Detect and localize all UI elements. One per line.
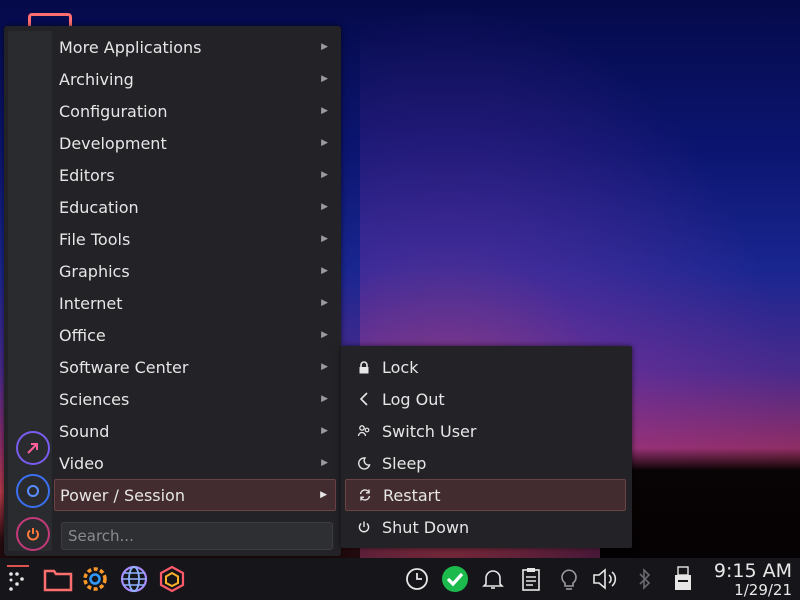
switch-user-icon xyxy=(351,424,377,438)
menu-item-shut-down[interactable]: Shut Down xyxy=(345,511,626,543)
chevron-right-icon: ▶ xyxy=(321,394,328,404)
clock-time: 9:15 AM xyxy=(713,560,792,582)
chevron-right-icon: ▶ xyxy=(321,362,328,372)
category-item[interactable]: Software Center ▶ xyxy=(54,351,336,383)
application-menu: More Applications ▶ Archiving ▶ Configurat… xyxy=(4,26,341,556)
menu-item-lock[interactable]: Lock xyxy=(345,351,626,383)
app-menu-icon[interactable] xyxy=(3,564,33,594)
category-item-power-session[interactable]: Power / Session ▶ xyxy=(54,479,336,511)
chevron-right-icon: ▶ xyxy=(321,170,328,180)
category-item[interactable]: More Applications ▶ xyxy=(54,31,336,63)
chevron-right-icon: ▶ xyxy=(321,74,328,84)
chevron-right-icon: ▶ xyxy=(321,458,328,468)
category-item[interactable]: Internet ▶ xyxy=(54,287,336,319)
category-item[interactable]: Education ▶ xyxy=(54,191,336,223)
category-item[interactable]: Configuration ▶ xyxy=(54,95,336,127)
chevron-right-icon: ▶ xyxy=(321,202,328,212)
menu-item-switch-user[interactable]: Switch User xyxy=(345,415,626,447)
bell-icon[interactable] xyxy=(478,564,508,594)
refresh-icon[interactable] xyxy=(16,474,50,508)
lightbulb-icon[interactable] xyxy=(554,564,584,594)
clock-date: 1/29/21 xyxy=(734,581,792,599)
power-icon[interactable] xyxy=(16,517,50,551)
search-input[interactable] xyxy=(61,522,333,550)
update-ok-icon[interactable] xyxy=(440,564,470,594)
taskbar-clock[interactable]: 9:15 AM 1/29/21 xyxy=(714,561,792,599)
menu-item-sleep[interactable]: Sleep xyxy=(345,447,626,479)
menu-item-log-out[interactable]: Log Out xyxy=(345,383,626,415)
category-item[interactable]: Video ▶ xyxy=(54,447,336,479)
category-item[interactable]: Office ▶ xyxy=(54,319,336,351)
chevron-right-icon: ▶ xyxy=(321,42,328,52)
usb-drive-icon[interactable] xyxy=(668,564,698,594)
clock-icon[interactable] xyxy=(402,564,432,594)
category-item[interactable]: Sciences ▶ xyxy=(54,383,336,415)
category-item[interactable]: File Tools ▶ xyxy=(54,223,336,255)
chevron-right-icon: ▶ xyxy=(321,234,328,244)
chevron-right-icon: ▶ xyxy=(321,266,328,276)
favorites-panel xyxy=(8,31,52,551)
session-submenu: Lock Log Out Switch User Sleep Restart S… xyxy=(341,346,632,548)
chevron-right-icon: ▶ xyxy=(321,426,328,436)
clipboard-icon[interactable] xyxy=(516,564,546,594)
chevron-right-icon: ▶ xyxy=(321,106,328,116)
chevron-right-icon: ▶ xyxy=(320,490,327,500)
volume-icon[interactable] xyxy=(590,564,620,594)
restart-icon xyxy=(352,488,378,502)
logout-icon xyxy=(351,392,377,406)
category-item[interactable]: Development ▶ xyxy=(54,127,336,159)
folder-icon[interactable] xyxy=(43,564,73,594)
category-item[interactable]: Editors ▶ xyxy=(54,159,336,191)
category-item[interactable]: Sound ▶ xyxy=(54,415,336,447)
lock-icon xyxy=(351,360,377,374)
sleep-icon xyxy=(351,456,377,470)
category-item[interactable]: Archiving ▶ xyxy=(54,63,336,95)
desktop-folder-icon[interactable] xyxy=(28,13,72,27)
external-link-icon[interactable] xyxy=(16,431,50,465)
chevron-right-icon: ▶ xyxy=(321,138,328,148)
bluetooth-icon[interactable] xyxy=(630,564,660,594)
chevron-right-icon: ▶ xyxy=(321,298,328,308)
globe-icon[interactable] xyxy=(119,564,149,594)
chevron-right-icon: ▶ xyxy=(321,330,328,340)
category-list: More Applications ▶ Archiving ▶ Configurat… xyxy=(54,31,336,511)
category-item[interactable]: Graphics ▶ xyxy=(54,255,336,287)
menu-item-restart[interactable]: Restart xyxy=(345,479,626,511)
taskbar: 9:15 AM 1/29/21 xyxy=(0,558,800,600)
package-icon[interactable] xyxy=(157,564,187,594)
settings-icon[interactable] xyxy=(80,564,110,594)
shutdown-icon xyxy=(351,520,377,534)
